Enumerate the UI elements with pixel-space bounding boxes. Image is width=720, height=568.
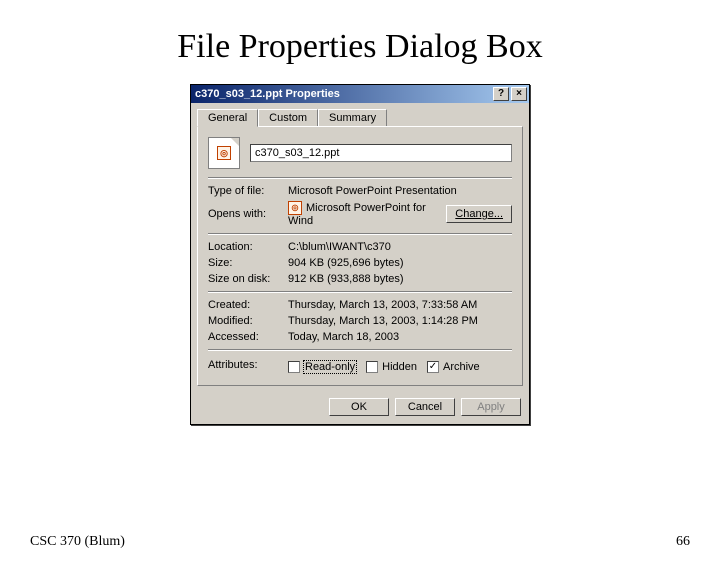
value-modified: Thursday, March 13, 2003, 1:14:28 PM bbox=[288, 315, 512, 327]
readonly-label: Read-only bbox=[304, 361, 356, 373]
label-accessed: Accessed: bbox=[208, 331, 288, 343]
separator bbox=[208, 177, 512, 179]
window-title: c370_s03_12.ppt Properties bbox=[195, 88, 491, 100]
ok-button[interactable]: OK bbox=[329, 398, 389, 416]
filename-field[interactable]: c370_s03_12.ppt bbox=[250, 144, 512, 162]
checkbox-box-checked: ✓ bbox=[427, 361, 439, 373]
apply-button[interactable]: Apply bbox=[461, 398, 521, 416]
checkbox-box bbox=[366, 361, 378, 373]
value-accessed: Today, March 18, 2003 bbox=[288, 331, 512, 343]
label-type: Type of file: bbox=[208, 185, 288, 197]
value-location: C:\blum\IWANT\c370 bbox=[288, 241, 512, 253]
close-button[interactable]: × bbox=[511, 87, 527, 101]
tab-body-general: ◎ c370_s03_12.ppt Type of file: Microsof… bbox=[197, 126, 523, 386]
separator bbox=[208, 349, 512, 351]
label-opens-with: Opens with: bbox=[208, 208, 288, 220]
value-created: Thursday, March 13, 2003, 7:33:58 AM bbox=[288, 299, 512, 311]
help-button[interactable]: ? bbox=[493, 87, 509, 101]
file-type-icon: ◎ bbox=[208, 137, 240, 169]
slide-number: 66 bbox=[676, 534, 690, 550]
label-size-on-disk: Size on disk: bbox=[208, 273, 288, 285]
checkbox-hidden[interactable]: Hidden bbox=[366, 361, 417, 373]
powerpoint-icon: ◎ bbox=[217, 146, 231, 160]
label-size: Size: bbox=[208, 257, 288, 269]
checkbox-box bbox=[288, 361, 300, 373]
separator bbox=[208, 233, 512, 235]
tab-summary[interactable]: Summary bbox=[318, 109, 387, 126]
hidden-label: Hidden bbox=[382, 361, 417, 373]
value-size: 904 KB (925,696 bytes) bbox=[288, 257, 512, 269]
slide-title: File Properties Dialog Box bbox=[0, 28, 720, 66]
value-size-on-disk: 912 KB (933,888 bytes) bbox=[288, 273, 512, 285]
label-modified: Modified: bbox=[208, 315, 288, 327]
separator bbox=[208, 291, 512, 293]
label-location: Location: bbox=[208, 241, 288, 253]
opens-with-text: Microsoft PowerPoint for Wind bbox=[288, 202, 426, 227]
tab-strip: General Custom Summary bbox=[191, 103, 529, 126]
change-button[interactable]: Change... bbox=[446, 205, 512, 223]
archive-label: Archive bbox=[443, 361, 480, 373]
app-icon: ◎ bbox=[288, 201, 302, 215]
titlebar: c370_s03_12.ppt Properties ? × bbox=[191, 85, 529, 103]
tab-custom[interactable]: Custom bbox=[258, 109, 318, 126]
tab-general[interactable]: General bbox=[197, 109, 258, 127]
cancel-button[interactable]: Cancel bbox=[395, 398, 455, 416]
label-attributes: Attributes: bbox=[208, 359, 288, 371]
value-opens-with: ◎Microsoft PowerPoint for Wind bbox=[288, 201, 446, 227]
properties-dialog: c370_s03_12.ppt Properties ? × General C… bbox=[190, 84, 530, 425]
label-created: Created: bbox=[208, 299, 288, 311]
value-type: Microsoft PowerPoint Presentation bbox=[288, 185, 512, 197]
dialog-button-row: OK Cancel Apply bbox=[191, 392, 529, 424]
checkbox-archive[interactable]: ✓ Archive bbox=[427, 361, 480, 373]
slide-footer-left: CSC 370 (Blum) bbox=[30, 534, 125, 550]
checkbox-readonly[interactable]: Read-only bbox=[288, 361, 356, 373]
